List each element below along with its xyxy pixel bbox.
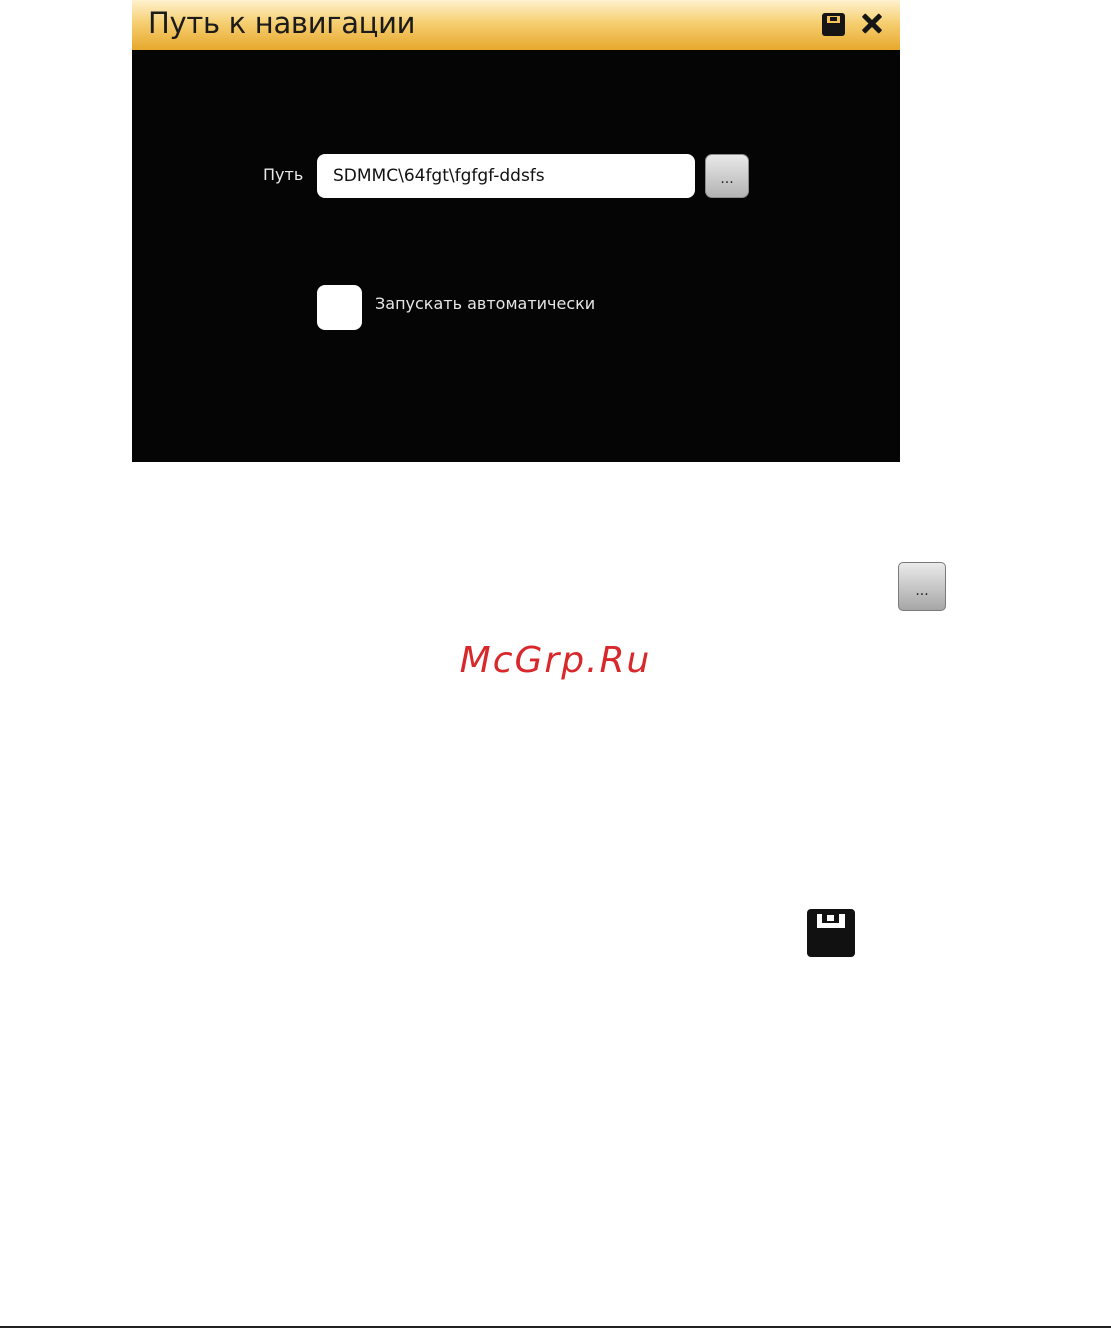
save-icon[interactable] bbox=[822, 13, 845, 36]
autostart-label: Запускать автоматически bbox=[375, 294, 596, 313]
save-icon-tab bbox=[827, 915, 834, 921]
browse-button-illustration[interactable]: ... bbox=[898, 562, 946, 611]
dialog-titlebar: Путь к навигации bbox=[132, 0, 900, 50]
autostart-checkbox[interactable] bbox=[317, 285, 362, 330]
browse-button[interactable]: ... bbox=[705, 154, 749, 198]
watermark: McGrp.Ru bbox=[459, 640, 652, 681]
dialog-title: Путь к навигации bbox=[148, 6, 416, 40]
save-icon-illustration[interactable] bbox=[807, 909, 855, 957]
navigation-path-dialog: Путь к навигации Путь ... Запускать авто… bbox=[132, 0, 900, 462]
path-input[interactable] bbox=[317, 154, 695, 198]
close-icon[interactable] bbox=[858, 10, 886, 38]
path-label: Путь bbox=[263, 165, 304, 184]
